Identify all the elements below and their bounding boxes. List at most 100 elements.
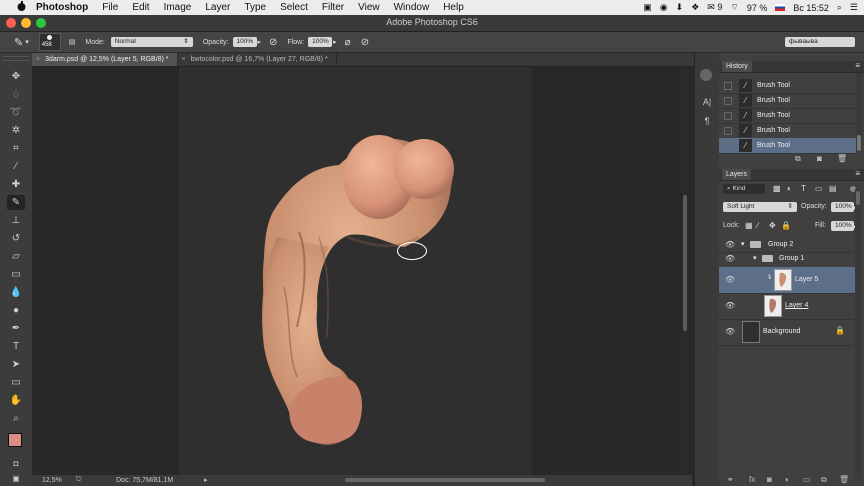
lasso-tool-icon[interactable]: ➰ [7,105,25,120]
adjustment-layer-icon[interactable]: ◐ [785,475,790,484]
menu-type[interactable]: Type [244,2,266,13]
pressure-opacity-icon[interactable]: ⊘ [269,37,277,48]
history-item-current[interactable]: ⁄ Brush Tool [719,138,856,154]
layer-row-layer-4[interactable]: 👁 Layer 4 [719,293,856,320]
fill-input[interactable]: 100% [831,221,854,231]
history-snapshot-box[interactable] [724,112,732,120]
clone-stamp-tool-icon[interactable]: ⊥ [7,213,25,228]
layer-style-icon[interactable]: fx [749,475,755,484]
close-tab-icon[interactable]: × [182,56,186,63]
new-group-icon[interactable]: ▭ [803,475,811,484]
trash-icon[interactable]: 🗑 [839,475,849,484]
path-select-tool-icon[interactable]: ➤ [7,357,25,372]
expand-triangle-icon[interactable]: ▾ [753,254,757,262]
battery-label[interactable]: 97 % [747,3,768,13]
camera-icon[interactable]: ◙ [817,154,822,163]
brush-tool-icon[interactable]: ✎ [14,36,23,49]
marquee-tool-icon[interactable]: ◌ [7,87,25,102]
menu-view[interactable]: View [358,2,380,13]
eye-icon[interactable]: ◉ [660,2,668,13]
menu-window[interactable]: Window [394,2,430,13]
download-icon[interactable]: ⬇ [676,2,684,13]
flag-icon[interactable] [775,4,786,11]
layer-row-group-1[interactable]: 👁 ▾ Group 1 [719,252,856,268]
blur-tool-icon[interactable]: 💧 [7,285,25,300]
workspace-select[interactable]: фываыва [785,37,855,47]
mode-select[interactable]: Normal ⇕ [110,37,193,47]
character-panel-icon[interactable]: A| [700,96,714,109]
notification-count[interactable]: ✉ 9 [707,2,722,13]
quick-mask-icon[interactable]: ◘ [7,456,25,471]
panel-menu-icon[interactable]: ≡ [855,169,860,178]
tab-bwtocolor[interactable]: × bwtocolor.psd @ 16,7% (Layer 27, RGB/8)… [178,53,337,66]
visibility-eye-icon[interactable]: 👁 [725,254,735,263]
crop-tool-icon[interactable]: ⌗ [7,141,25,156]
pressure-size-icon[interactable]: ⊘ [361,37,369,48]
zoom-tool-icon[interactable]: ⌕ [7,411,25,426]
horizontal-scroll-thumb[interactable] [345,478,545,482]
link-layers-icon[interactable]: ⚭ [727,475,734,484]
filter-kind-select[interactable]: ⌕ Kind [723,184,765,194]
layer-mask-icon[interactable]: ◙ [767,475,772,484]
history-scrollbar[interactable] [856,73,862,153]
pen-tool-icon[interactable]: ✒ [7,321,25,336]
type-tool-icon[interactable]: T [7,339,25,354]
layer-row-layer-5[interactable]: 👁 ↴ Layer 5 [719,267,856,294]
filter-pixel-icon[interactable]: ▩ [773,184,781,193]
menu-help[interactable]: Help [443,2,464,13]
zoom-level[interactable]: 12,5% [42,477,62,484]
history-item[interactable]: ⁄ Brush Tool [719,93,856,109]
lock-image-icon[interactable]: ⁄ [757,221,758,230]
layers-scrollbar[interactable] [855,189,861,479]
lock-all-icon[interactable]: 🔒 [781,221,791,230]
visibility-eye-icon[interactable]: 👁 [725,301,735,310]
history-snapshot-box[interactable] [724,97,732,105]
move-tool-icon[interactable]: ✥ [7,69,25,84]
expand-triangle-icon[interactable]: ▾ [741,240,745,248]
vertical-scrollbar[interactable] [682,67,688,475]
history-item[interactable]: ⁄ Brush Tool [719,123,856,139]
history-snapshot-box[interactable] [724,82,732,90]
apple-icon[interactable] [14,1,28,14]
lock-position-icon[interactable]: ✥ [769,221,776,230]
panel-grip[interactable] [2,56,30,61]
menu-app[interactable]: Photoshop [36,2,88,13]
filter-smartobject-icon[interactable]: ▤ [829,184,837,193]
filter-adjustment-icon[interactable]: ◐ [787,184,792,193]
monitor-icon[interactable]: ▣ [643,2,652,13]
blend-mode-select[interactable]: Soft Light ⇕ [723,202,797,212]
layers-scroll-thumb[interactable] [856,191,860,205]
menu-file[interactable]: File [102,2,118,13]
list-icon[interactable]: ☰ [850,2,858,13]
dodge-tool-icon[interactable]: ● [7,303,25,318]
share-icon[interactable]: ⎋ [76,476,82,484]
clock[interactable]: Вс 15:52 [793,3,829,13]
dropbox-icon[interactable]: ❖ [691,2,699,13]
quick-select-tool-icon[interactable]: ✲ [7,123,25,138]
layer-row-group-2[interactable]: 👁 ▾ Group 2 [719,238,856,253]
history-item[interactable]: ⁄ Brush Tool [719,78,856,94]
layer-row-background[interactable]: 👁 Background 🔒 [719,319,856,346]
foreground-color-swatch[interactable] [8,433,22,447]
history-panel-tab[interactable]: History [722,61,752,72]
flow-dropdown[interactable]: ▸ [333,38,337,46]
brush-preset-picker[interactable]: 458 [38,33,61,51]
visibility-eye-icon[interactable]: 👁 [725,240,735,249]
layer-opacity-input[interactable]: 100% [831,202,854,212]
tool-preset-dropdown[interactable]: ▾ [25,38,29,46]
history-snapshot-box[interactable] [724,142,732,150]
history-item[interactable]: ⁄ Brush Tool [719,108,856,124]
brush-panel-icon[interactable]: ▤ [69,38,76,46]
gradient-tool-icon[interactable]: ▭ [7,267,25,282]
trash-icon[interactable]: 🗑 [837,154,847,163]
opacity-dropdown[interactable]: ▸ [258,38,262,46]
eyedropper-tool-icon[interactable]: ⁄ [7,159,25,174]
wifi-icon[interactable]: ⌔ [730,2,738,13]
airbrush-icon[interactable]: ⌀ [345,37,351,48]
menu-image[interactable]: Image [164,2,192,13]
canvas-area[interactable] [32,67,686,475]
brush-tool-icon[interactable]: ✎ [7,195,25,210]
eraser-tool-icon[interactable]: ▱ [7,249,25,264]
visibility-eye-icon[interactable]: 👁 [725,327,735,336]
new-layer-icon[interactable]: ⧉ [821,475,827,485]
